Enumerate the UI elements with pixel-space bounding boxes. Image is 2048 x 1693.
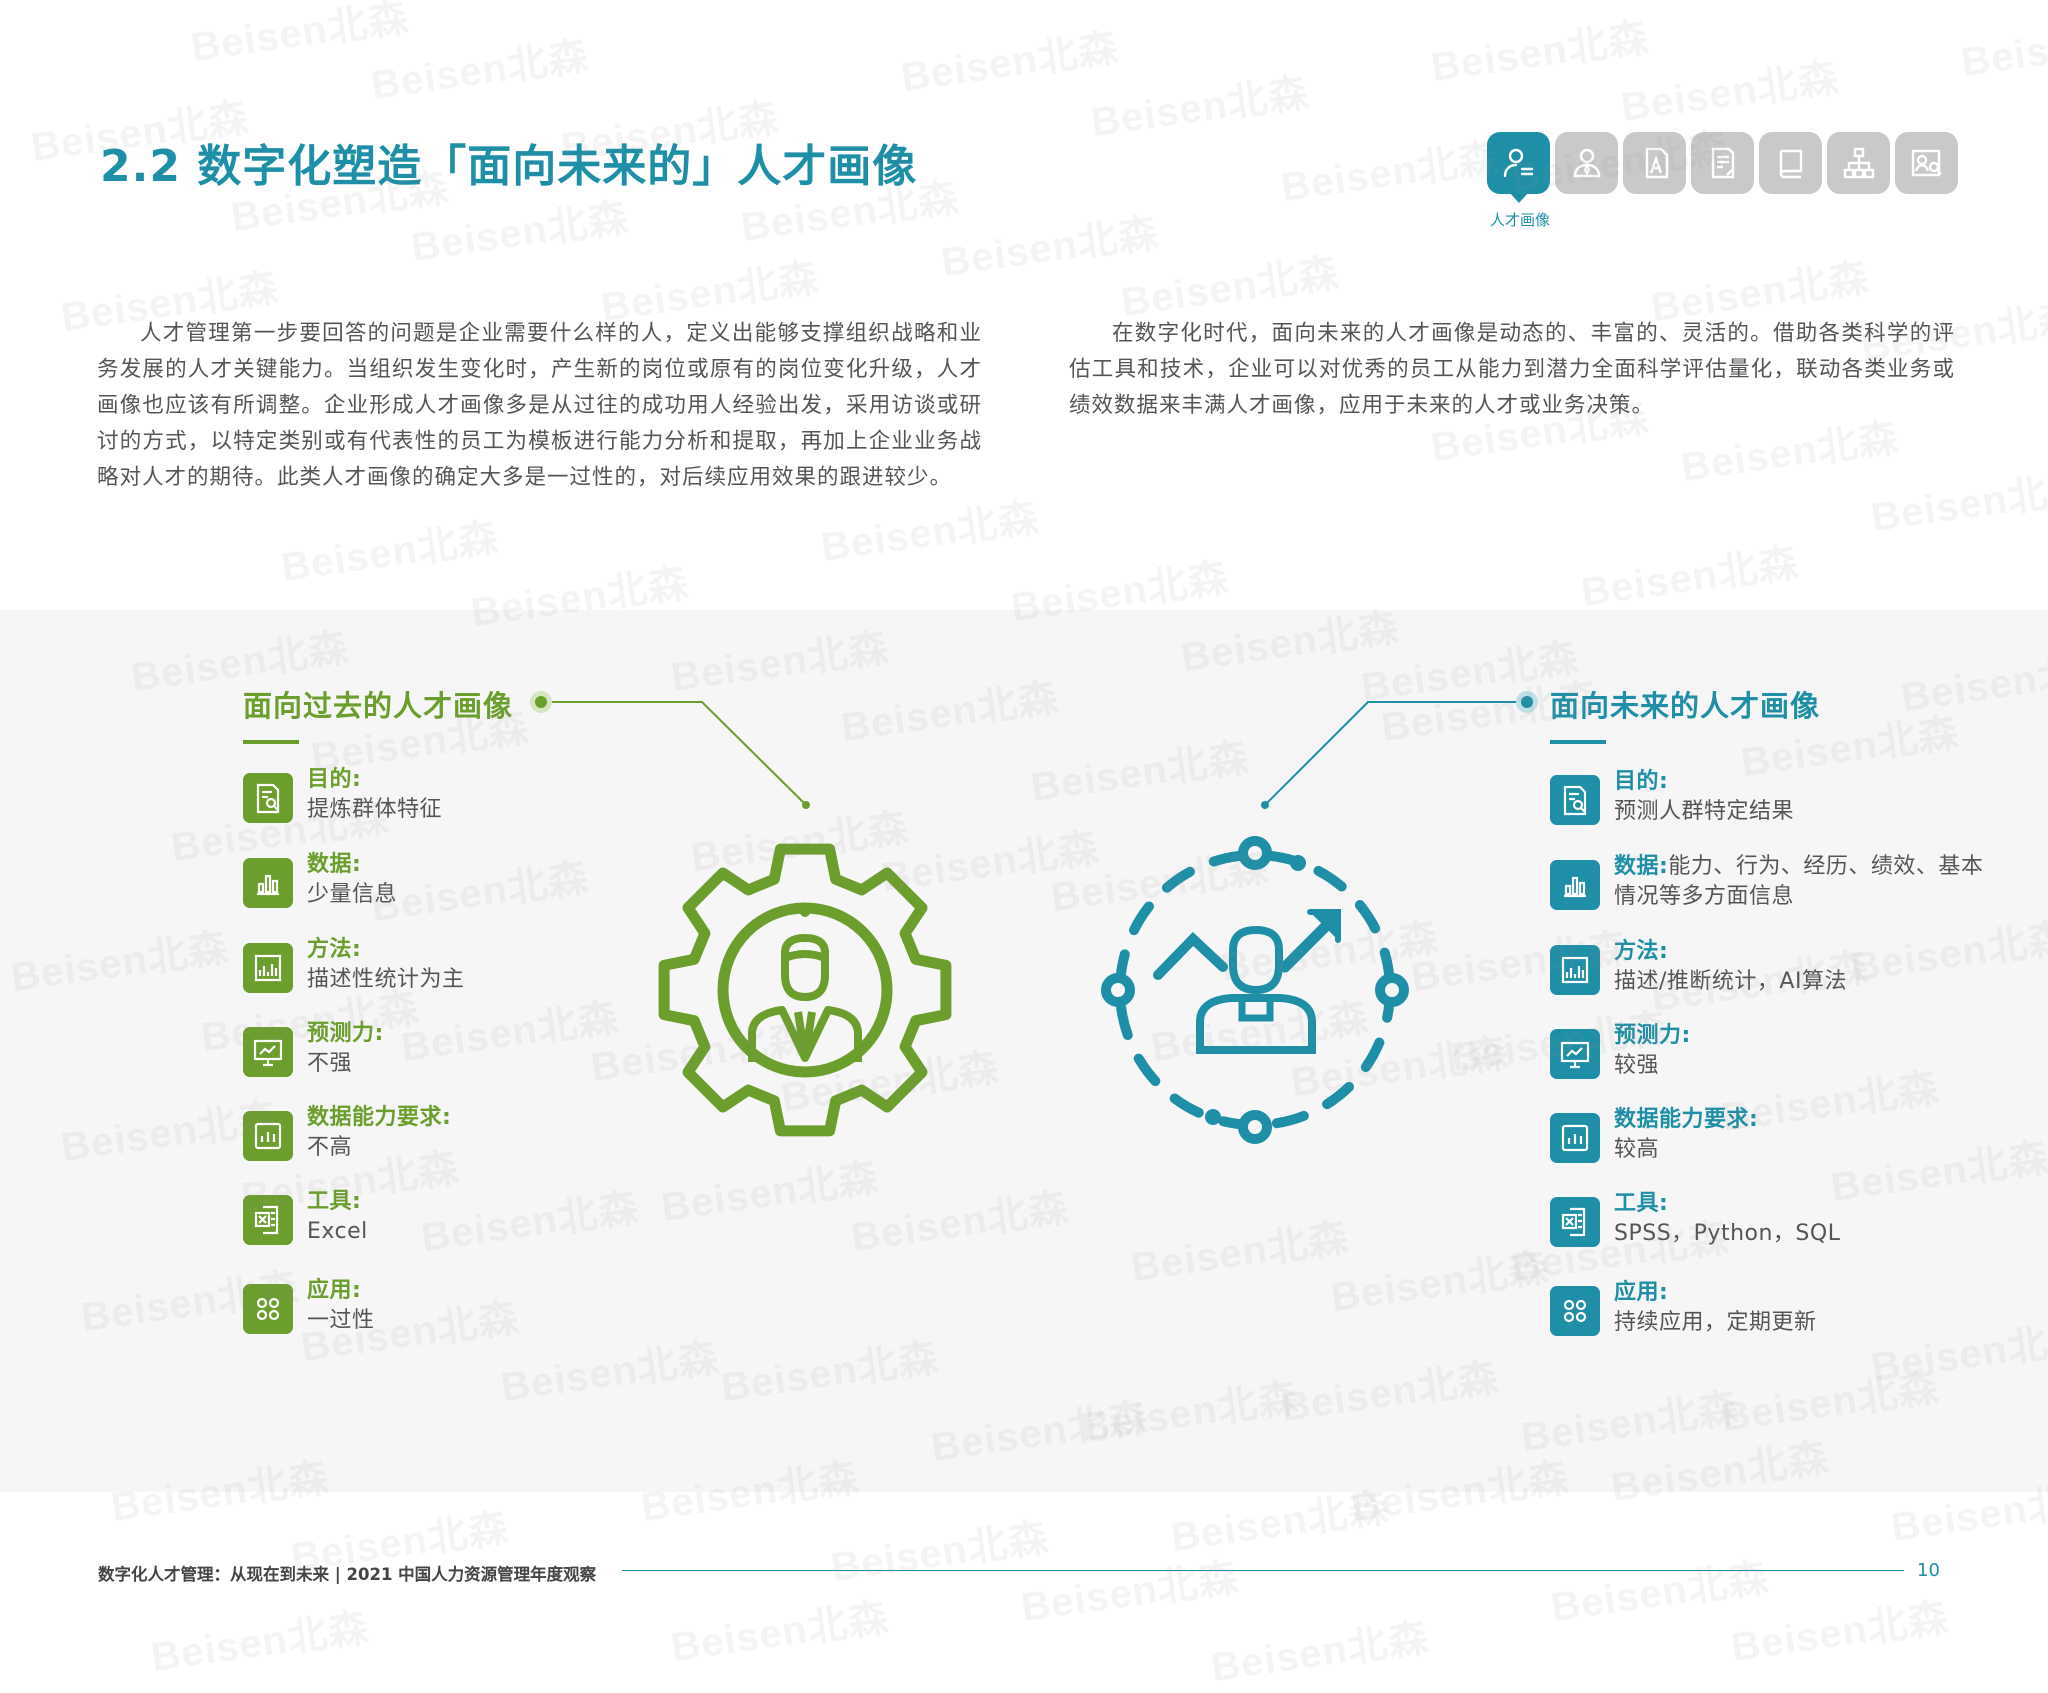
- past-connector-line: [530, 691, 810, 809]
- illustrations: [530, 691, 1538, 1144]
- gear-person-icon: [658, 843, 952, 1137]
- growth-person-icon: [1101, 836, 1409, 1144]
- future-connector-line: [1261, 691, 1538, 809]
